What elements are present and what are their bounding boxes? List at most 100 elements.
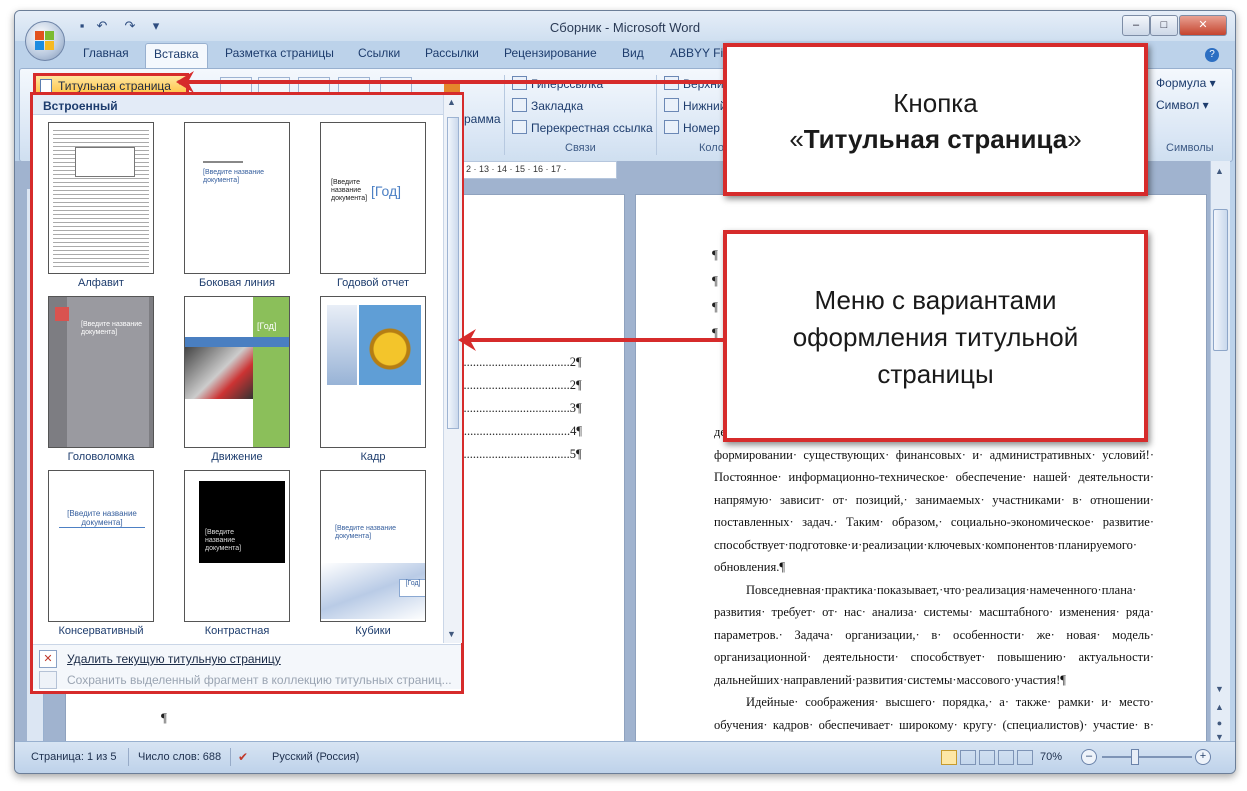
- formula-label: Формула: [1156, 76, 1207, 90]
- arrow-head-icon: [458, 329, 476, 351]
- language[interactable]: Русский (Россия): [272, 751, 359, 763]
- text-line: поставленных· задач.· Таким· образом,· с…: [714, 515, 1154, 529]
- formula-button[interactable]: Формула ▾: [1156, 76, 1216, 90]
- document-body-text: де формировании· существующих· финансовы…: [714, 421, 1154, 736]
- thumb-conservative[interactable]: [Введите название документа]: [48, 470, 154, 622]
- maximize-button[interactable]: □: [1150, 15, 1178, 36]
- quote-close: »: [1067, 124, 1082, 154]
- vertical-scrollbar[interactable]: ▲ ▼ ▲ ● ▼: [1210, 161, 1230, 742]
- thumb-label: Движение: [211, 451, 263, 463]
- cross-reference-icon: [512, 120, 527, 134]
- gallery-section-header: Встроенный: [33, 95, 443, 115]
- thumb-contrast[interactable]: [Введите название документа]: [184, 470, 290, 622]
- footer-button[interactable]: Нижний: [664, 98, 726, 113]
- zoom-slider[interactable]: [1102, 756, 1192, 758]
- zoom-in-button[interactable]: +: [1195, 749, 1211, 765]
- page-count[interactable]: Страница: 1 из 5: [31, 751, 117, 763]
- text-line: обновления.¶: [714, 560, 785, 574]
- text-line: Постоянное· информационно-техническое· о…: [714, 470, 1154, 484]
- gallery-scrollbar[interactable]: ▲ ▼: [443, 95, 462, 643]
- gallery-scroll-down-icon[interactable]: ▼: [447, 629, 456, 639]
- pilcrow: ¶: [161, 710, 167, 725]
- callout-line-2: «Титульная страница»: [727, 121, 1144, 157]
- tab-review[interactable]: Рецензирование: [504, 46, 597, 60]
- tab-insert[interactable]: Вставка: [145, 43, 208, 70]
- footer-label: Нижний: [683, 99, 727, 113]
- tab-mailings[interactable]: Рассылки: [425, 46, 479, 60]
- print-layout-view-icon[interactable]: [941, 750, 957, 765]
- quote-open: «: [789, 124, 804, 154]
- tab-view[interactable]: Вид: [622, 46, 644, 60]
- symbol-label: Символ: [1156, 98, 1200, 112]
- thumb-rule: [203, 161, 243, 163]
- remove-cover-icon: ✕: [39, 650, 57, 668]
- zoom-slider-thumb[interactable]: [1131, 749, 1139, 765]
- gallery-scroll-thumb[interactable]: [447, 117, 459, 429]
- thumb-frame[interactable]: [320, 296, 426, 448]
- tab-home[interactable]: Главная: [83, 46, 129, 60]
- thumb-sideline[interactable]: [Введите название документа]: [184, 122, 290, 274]
- text-line: напрямую· зависит· от· позиций,· занимае…: [714, 492, 1154, 507]
- bookmark-button[interactable]: Закладка: [512, 98, 583, 113]
- tab-page-layout[interactable]: Разметка страницы: [225, 46, 334, 60]
- gallery-scroll-up-icon[interactable]: ▲: [447, 97, 456, 107]
- page-number-icon: [664, 120, 679, 134]
- pilcrow: ¶: [712, 273, 718, 288]
- symbols-group-label: Символы: [1166, 142, 1214, 154]
- callout-title-page-button: Кнопка «Титульная страница»: [723, 43, 1148, 196]
- puzzle-panel: [67, 297, 149, 447]
- tab-references[interactable]: Ссылки: [358, 46, 400, 60]
- thumb-year-text: [Год]: [371, 183, 402, 199]
- thumb-alphabet[interactable]: [48, 122, 154, 274]
- thumb-title-text: [Введите название документа]: [67, 509, 137, 527]
- web-layout-view-icon[interactable]: [979, 750, 995, 765]
- text-line: Повседневная·практика·показывает,·что·ре…: [746, 582, 1137, 597]
- gallery-actions: ✕ Удалить текущую титульную страницу Сох…: [33, 644, 461, 689]
- scroll-up-icon[interactable]: ▲: [1211, 163, 1228, 179]
- footer-icon: [664, 98, 679, 112]
- word-count[interactable]: Число слов: 688: [138, 751, 221, 763]
- callout-arrow-line: [470, 338, 723, 342]
- callout-bold-text: Титульная страница: [803, 124, 1068, 154]
- save-icon[interactable]: ▪: [75, 19, 89, 33]
- thumb-label: Кадр: [360, 451, 386, 463]
- minimize-button[interactable]: –: [1122, 15, 1150, 36]
- proofing-icon[interactable]: ✔: [238, 750, 248, 764]
- alphabet-title-box: [75, 147, 135, 177]
- thumb-motion[interactable]: [Год]: [184, 296, 290, 448]
- text-line: параметров.· Задача· организации,· в· ос…: [714, 627, 1154, 642]
- puzzle-accent: [55, 307, 69, 321]
- redo-icon[interactable]: ↷: [123, 19, 137, 33]
- thumb-cubes[interactable]: [Введите название документа] [Год]: [320, 470, 426, 622]
- previous-page-icon[interactable]: ▲: [1211, 699, 1228, 715]
- thumb-title-text: [Введите название документа]: [81, 321, 143, 336]
- callout-menu-options: Меню с вариантами оформления титульной с…: [723, 230, 1148, 442]
- outline-view-icon[interactable]: [998, 750, 1014, 765]
- symbol-button[interactable]: Символ ▾: [1156, 98, 1209, 112]
- train-photo: [185, 347, 253, 399]
- undo-icon[interactable]: ↶: [95, 19, 109, 33]
- help-icon[interactable]: ?: [1205, 48, 1219, 62]
- thumb-year-text: [Год]: [399, 579, 425, 597]
- scroll-thumb[interactable]: [1213, 209, 1228, 351]
- thumb-label: Консервативный: [58, 625, 144, 637]
- zoom-level[interactable]: 70%: [1040, 751, 1062, 763]
- motion-blue-band: [185, 337, 289, 347]
- save-to-gallery-icon: [39, 671, 57, 689]
- close-button[interactable]: ✕: [1179, 15, 1227, 36]
- customize-icon[interactable]: ▾: [149, 19, 163, 33]
- thumb-annual-report[interactable]: [Введите название документа] [Год]: [320, 122, 426, 274]
- remove-cover-page-button[interactable]: Удалить текущую титульную страницу: [67, 652, 281, 666]
- status-separator: [128, 748, 129, 766]
- page-number-button[interactable]: Номер с: [664, 120, 729, 135]
- draft-view-icon[interactable]: [1017, 750, 1033, 765]
- chart-button-label[interactable]: рамма: [464, 112, 501, 126]
- links-group-label: Связи: [565, 142, 596, 154]
- scroll-down-icon[interactable]: ▼: [1211, 681, 1228, 697]
- save-selection-to-gallery-button[interactable]: Сохранить выделенный фрагмент в коллекци…: [67, 673, 452, 687]
- zoom-out-button[interactable]: –: [1081, 749, 1097, 765]
- reading-view-icon[interactable]: [960, 750, 976, 765]
- thumb-label: Боковая линия: [199, 277, 275, 289]
- thumb-puzzle[interactable]: [Введите название документа]: [48, 296, 154, 448]
- cross-reference-button[interactable]: Перекрестная ссылка: [512, 120, 653, 135]
